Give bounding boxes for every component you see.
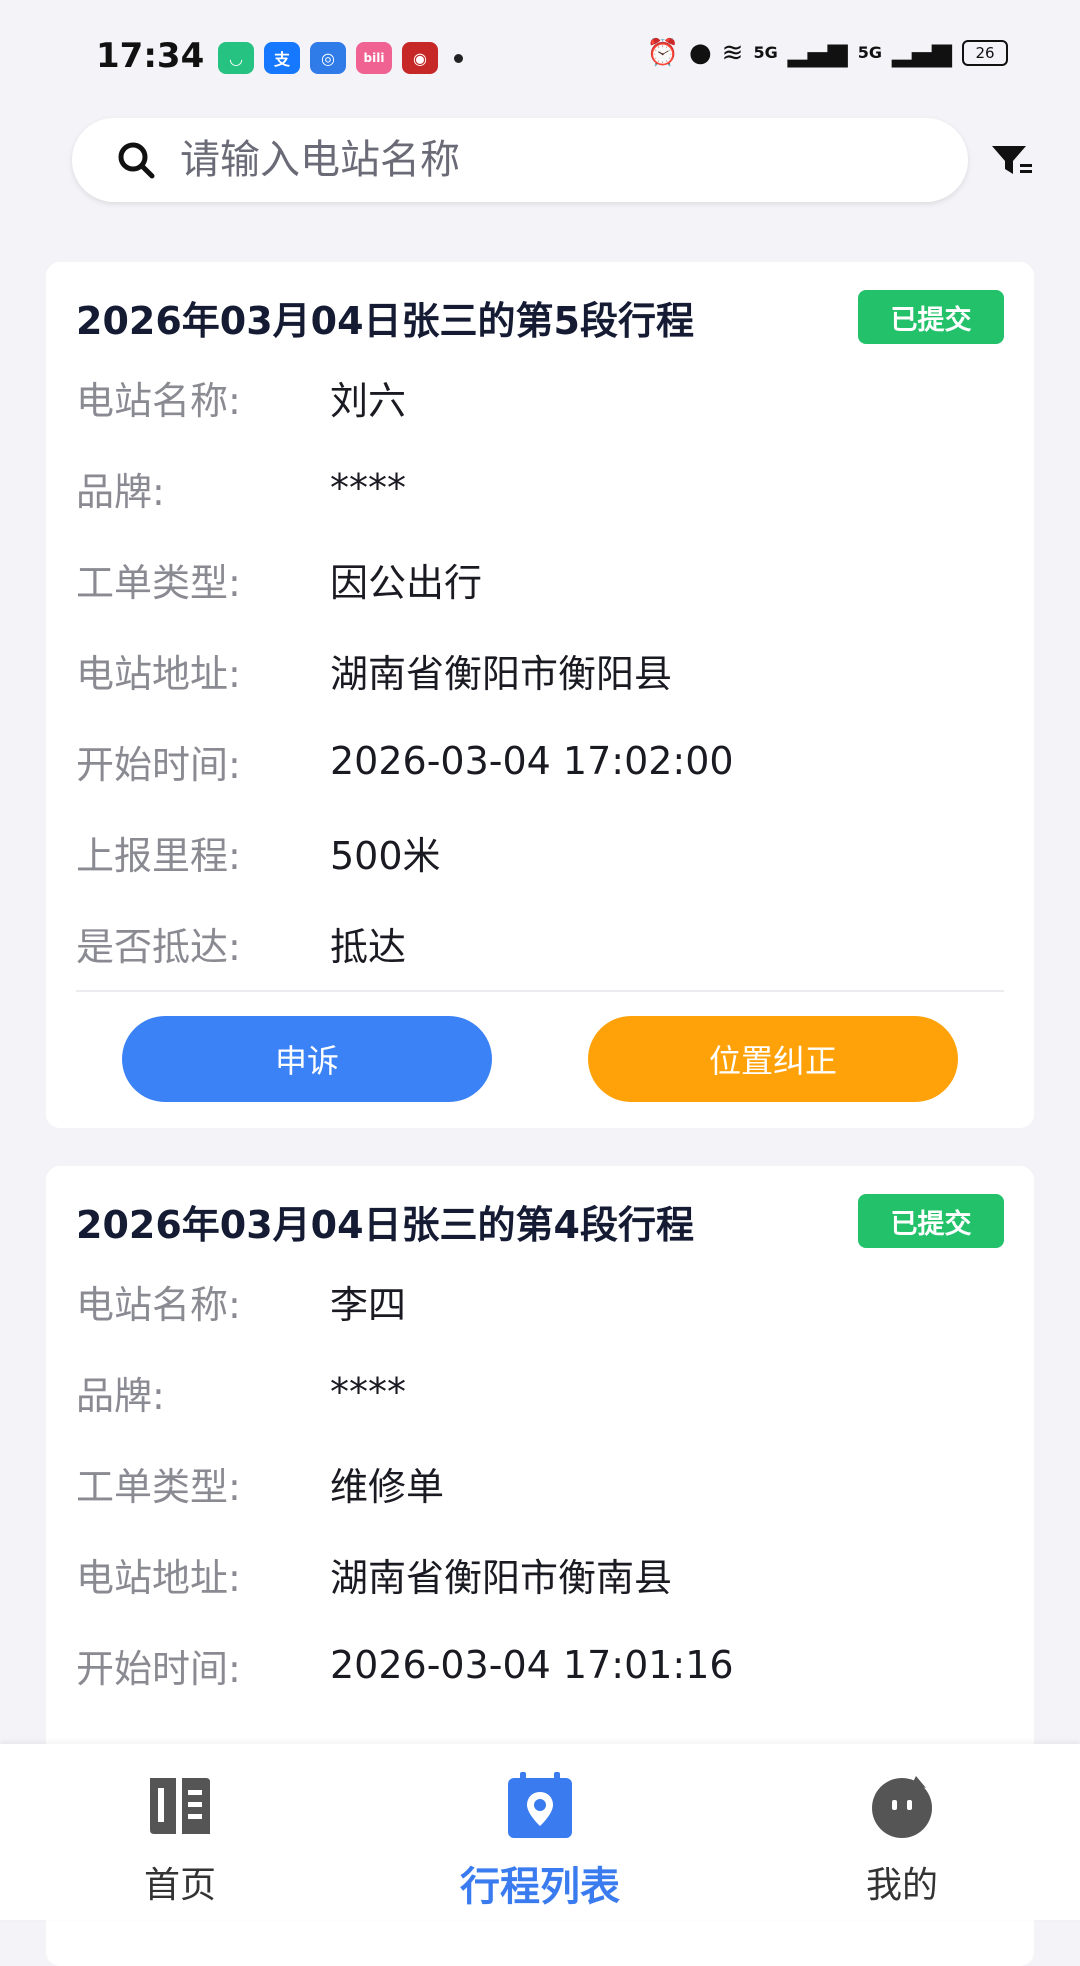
arrival-value: 抵达: [330, 924, 407, 969]
signal-bars-icon: ▂▄▆: [892, 38, 952, 68]
field-row: 电站名称: 刘六: [76, 372, 407, 423]
status-bar: 17:34 ◡ 支 ◎ bili ◉ ⏰ ● ≋ 5G ▂▄▆ 5G ▂▄▆ 2…: [0, 0, 1080, 112]
nav-home[interactable]: 首页: [60, 1744, 300, 1920]
battery-indicator: 26: [962, 40, 1008, 66]
field-label: 品牌:: [76, 469, 165, 514]
app-icon-5: ◉: [402, 42, 438, 74]
field-row: 是否抵达: 抵达: [76, 918, 407, 969]
signal-1: 5G: [753, 43, 778, 62]
field-label: 工单类型:: [76, 1464, 241, 1509]
status-app-icons: ◡ 支 ◎ bili ◉: [218, 42, 463, 74]
nav-mine[interactable]: 我的: [782, 1744, 1022, 1920]
brand-value: ****: [330, 1370, 406, 1414]
location-pin-icon: ●: [688, 38, 712, 68]
station-address-value: 湖南省衡阳市衡南县: [330, 1555, 673, 1600]
field-label: 电站名称:: [76, 378, 241, 423]
signal-2: 5G: [857, 43, 882, 62]
field-label: 电站地址:: [76, 1555, 241, 1600]
field-row: 工单类型: 维修单: [76, 1458, 445, 1509]
field-row: 品牌: ****: [76, 463, 406, 514]
location-correct-button[interactable]: 位置纠正: [588, 1016, 958, 1102]
start-time-value: 2026-03-04 17:01:16: [330, 1643, 734, 1687]
bottom-nav: 首页 行程列表 我的: [0, 1744, 1080, 1920]
trip-title: 2026年03月04日张三的第4段行程: [76, 1203, 694, 1247]
field-row: 电站名称: 李四: [76, 1276, 407, 1327]
more-notifications-dot: [454, 54, 463, 63]
signal-bars-icon: ▂▄▆: [787, 38, 848, 68]
mi-app-icon: ◡: [218, 42, 254, 74]
search-input[interactable]: [178, 136, 942, 184]
field-label: 是否抵达:: [76, 924, 241, 969]
brand-value: ****: [330, 466, 406, 510]
trip-card[interactable]: 2026年03月04日张三的第5段行程 已提交 电站名称: 刘六 品牌: ***…: [46, 262, 1034, 1128]
field-row: 工单类型: 因公出行: [76, 554, 483, 605]
app-icon-3: ◎: [310, 42, 346, 74]
mileage-value: 500米: [330, 833, 441, 878]
calendar-location-icon: [504, 1770, 576, 1842]
field-row: 上报里程: 500米: [76, 827, 441, 878]
field-label: 电站地址:: [76, 651, 241, 696]
search-bar[interactable]: [72, 118, 968, 202]
alipay-icon: 支: [264, 42, 300, 74]
nav-trips-label: 行程列表: [460, 1864, 620, 1910]
field-row: 开始时间: 2026-03-04 17:02:00: [76, 736, 734, 787]
bilibili-icon: bili: [356, 42, 392, 74]
field-row: 电站地址: 湖南省衡阳市衡阳县: [76, 645, 673, 696]
nav-trips[interactable]: 行程列表: [420, 1744, 660, 1920]
divider: [76, 990, 1004, 992]
field-label: 电站名称:: [76, 1282, 241, 1327]
status-badge: 已提交: [858, 1194, 1004, 1248]
field-label: 品牌:: [76, 1373, 165, 1418]
wifi-icon: ≋: [721, 38, 744, 68]
field-label: 开始时间:: [76, 1646, 241, 1691]
station-address-value: 湖南省衡阳市衡阳县: [330, 651, 673, 696]
nav-mine-label: 我的: [865, 1865, 938, 1906]
status-badge: 已提交: [858, 290, 1004, 344]
order-type-value: 因公出行: [330, 560, 483, 605]
field-row: 开始时间: 2026-03-04 17:01:16: [76, 1640, 734, 1691]
field-label: 上报里程:: [76, 833, 241, 878]
status-right-icons: ⏰ ● ≋ 5G ▂▄▆ 5G ▂▄▆ 26: [647, 38, 1008, 68]
start-time-value: 2026-03-04 17:02:00: [330, 739, 734, 783]
nav-home-label: 首页: [143, 1865, 216, 1906]
filter-icon[interactable]: [990, 142, 1034, 180]
alarm-icon: ⏰: [646, 38, 679, 68]
station-name-value: 李四: [330, 1282, 407, 1327]
profile-icon: [866, 1770, 938, 1842]
search-icon: [114, 138, 158, 182]
field-row: 电站地址: 湖南省衡阳市衡南县: [76, 1549, 673, 1600]
status-time: 17:34: [96, 36, 205, 76]
field-label: 工单类型:: [76, 560, 241, 605]
book-icon: [144, 1770, 216, 1842]
appeal-button[interactable]: 申诉: [122, 1016, 492, 1102]
field-row: 品牌: ****: [76, 1367, 406, 1418]
order-type-value: 维修单: [330, 1464, 445, 1509]
station-name-value: 刘六: [330, 378, 407, 423]
trip-title: 2026年03月04日张三的第5段行程: [76, 299, 694, 343]
field-label: 开始时间:: [76, 742, 241, 787]
